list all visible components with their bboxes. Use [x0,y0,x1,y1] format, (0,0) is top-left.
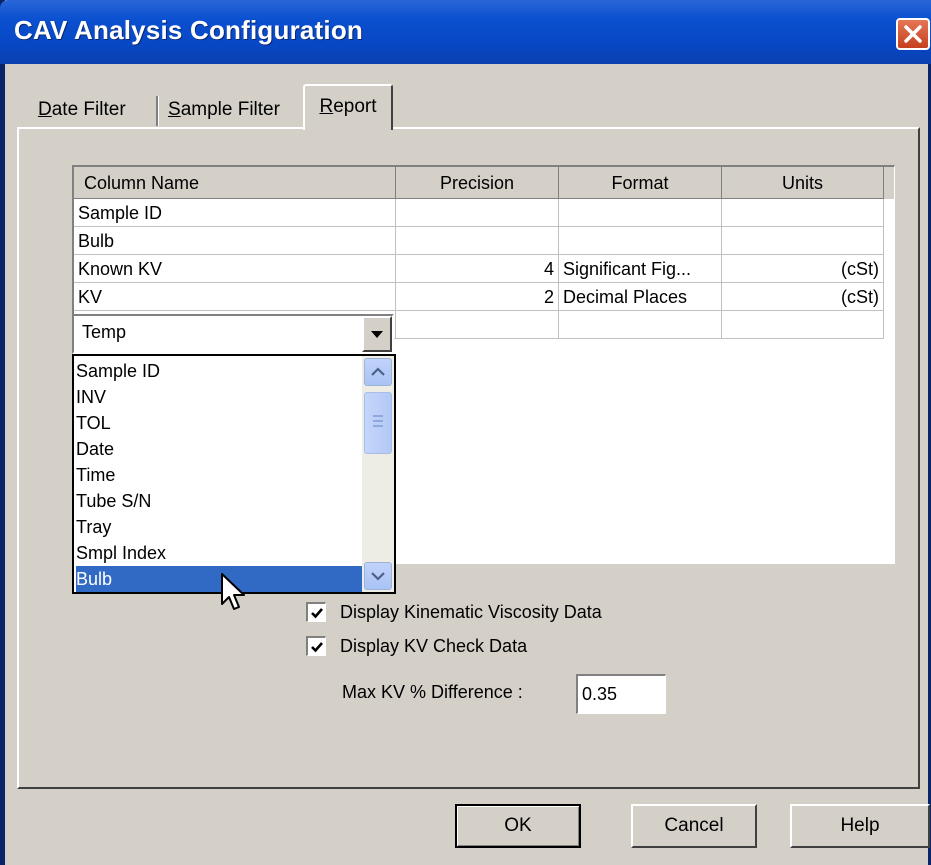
cell-precision[interactable] [396,311,559,339]
header-precision[interactable]: Precision [396,167,559,199]
table-row[interactable]: Sample ID [74,199,884,227]
dropdown-list[interactable]: Sample ID INV TOL Date Time Tube S/N Tra… [72,354,396,594]
cell-column-name[interactable]: Sample ID [74,199,396,227]
tab-sample-filter[interactable]: Sample Filter [168,92,280,128]
tab-divider [156,96,159,126]
checkmark-icon [311,608,323,619]
cell-column-name[interactable]: KV [74,283,396,311]
cell-column-name[interactable]: Bulb [74,227,396,255]
tab-date-filter-label: ate Filter [51,99,126,120]
cell-units[interactable] [722,311,884,339]
list-item[interactable]: Tube S/N [76,488,362,514]
tab-sample-filter-label: ample Filter [180,99,280,120]
header-units[interactable]: Units [722,167,884,199]
tab-report[interactable]: Report [303,84,393,130]
table-row[interactable]: KV 2 Decimal Places (cSt) [74,283,884,311]
list-item[interactable]: TOL [76,410,362,436]
cell-column-name[interactable]: Known KV [74,255,396,283]
dialog-window: CAV Analysis Configuration Date Filter S… [0,0,931,865]
close-icon [904,25,922,43]
cell-format[interactable] [559,227,722,255]
cell-units[interactable]: (cSt) [722,283,884,311]
list-item[interactable]: Date [76,436,362,462]
list-item-selected[interactable]: Bulb [76,566,362,592]
chevron-up-icon [371,367,385,376]
display-kv-check-checkbox[interactable] [306,636,326,656]
list-item[interactable]: Smpl Index [76,540,362,566]
tab-report-accel: R [319,96,334,117]
cell-precision[interactable] [396,227,559,255]
cell-precision[interactable]: 4 [396,255,559,283]
cell-units[interactable] [722,227,884,255]
checkmark-icon [311,642,323,653]
dropdown-value: Temp [82,322,127,342]
display-kinematic-viscosity-checkbox[interactable] [306,602,326,622]
scroll-down-button[interactable] [364,562,392,590]
scroll-up-button[interactable] [364,358,392,386]
close-button[interactable] [896,18,930,50]
list-item[interactable]: Sample ID [76,358,362,384]
cell-format[interactable] [559,311,722,339]
table-row[interactable]: Known KV 4 Significant Fig... (cSt) [74,255,884,283]
dropdown-toggle-button[interactable] [362,316,392,352]
window-title: CAV Analysis Configuration [14,15,364,45]
display-kinematic-viscosity-label[interactable]: Display Kinematic Viscosity Data [340,598,602,626]
table-row[interactable]: Bulb [74,227,884,255]
tab-date-filter-accel: D [38,99,52,120]
cancel-button[interactable]: Cancel [631,804,757,848]
cell-precision[interactable] [396,199,559,227]
scroll-thumb[interactable] [364,392,392,454]
grid-header: Column Name Precision Format Units [74,167,894,199]
tab-sample-filter-accel: S [168,99,181,120]
cell-format[interactable]: Significant Fig... [559,255,722,283]
vertical-scrollbar[interactable] [362,356,394,592]
max-kv-difference-input[interactable] [576,674,666,714]
help-button[interactable]: Help [790,804,930,848]
ok-button[interactable]: OK [455,804,581,848]
column-name-dropdown[interactable]: Temp [72,314,394,354]
tab-date-filter[interactable]: Date Filter [38,92,126,128]
list-item[interactable]: Time [76,462,362,488]
cell-format[interactable] [559,199,722,227]
header-format[interactable]: Format [559,167,722,199]
chevron-down-icon [371,331,383,338]
max-kv-difference-label: Max KV % Difference : [342,682,523,702]
header-column-name[interactable]: Column Name [74,167,396,199]
cell-format[interactable]: Decimal Places [559,283,722,311]
cell-units[interactable]: (cSt) [722,255,884,283]
mouse-pointer-icon [221,573,245,610]
cell-units[interactable] [722,199,884,227]
title-bar[interactable]: CAV Analysis Configuration [0,0,931,64]
display-kv-check-label[interactable]: Display KV Check Data [340,632,527,660]
list-item[interactable]: INV [76,384,362,410]
cell-precision[interactable]: 2 [396,283,559,311]
chevron-down-icon [371,572,385,581]
tab-report-label: eport [333,96,377,117]
list-item[interactable]: Tray [76,514,362,540]
